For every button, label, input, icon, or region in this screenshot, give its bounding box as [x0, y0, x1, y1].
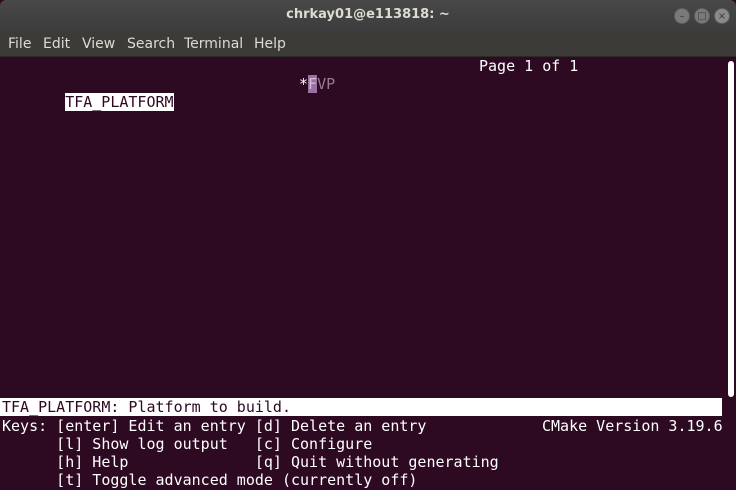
keys-line-2: [l] Show log output [c] Configure — [2, 435, 373, 453]
close-icon[interactable]: × — [714, 8, 730, 24]
table-row[interactable]: TFA_PLATFORM — [11, 75, 174, 129]
scrollbar[interactable] — [728, 61, 734, 397]
minimize-icon[interactable]: – — [674, 8, 690, 24]
entry-value-text: VP — [317, 75, 336, 93]
page-indicator: Page 1 of 1 — [479, 57, 579, 75]
terminal-window: chrkay01@e113818: ~ – □ × File Edit View… — [0, 0, 736, 490]
keys-line-1: Keys: [enter] Edit an entry [d] Delete a… — [2, 417, 427, 435]
status-text: TFA_PLATFORM: Platform to build. — [2, 398, 291, 416]
text-cursor: F — [308, 75, 318, 93]
menu-view[interactable]: View — [82, 36, 115, 52]
entry-marker: * — [299, 75, 309, 93]
menu-terminal[interactable]: Terminal — [184, 36, 243, 52]
title-bar[interactable]: chrkay01@e113818: ~ – □ × — [0, 0, 736, 32]
keys-line-4: [t] Toggle advanced mode (currently off) — [2, 471, 418, 489]
menu-bar: File Edit View Search Terminal Help — [0, 32, 736, 57]
maximize-icon[interactable]: □ — [694, 8, 710, 24]
entry-name[interactable]: TFA_PLATFORM — [65, 93, 174, 111]
menu-edit[interactable]: Edit — [43, 36, 70, 52]
menu-search[interactable]: Search — [127, 36, 175, 52]
status-bar: TFA_PLATFORM: Platform to build. — [0, 398, 722, 416]
window-title: chrkay01@e113818: ~ — [286, 7, 450, 22]
menu-help[interactable]: Help — [254, 36, 286, 52]
menu-file[interactable]: File — [8, 36, 31, 52]
cmake-version: CMake Version 3.19.6 — [542, 417, 723, 435]
entry-value[interactable]: *FVP — [299, 75, 335, 93]
terminal-area[interactable]: Page 1 of 1 TFA_PLATFORM *FVP TFA_PLATFO… — [0, 57, 736, 490]
keys-line-3: [h] Help [q] Quit without generating — [2, 453, 499, 471]
